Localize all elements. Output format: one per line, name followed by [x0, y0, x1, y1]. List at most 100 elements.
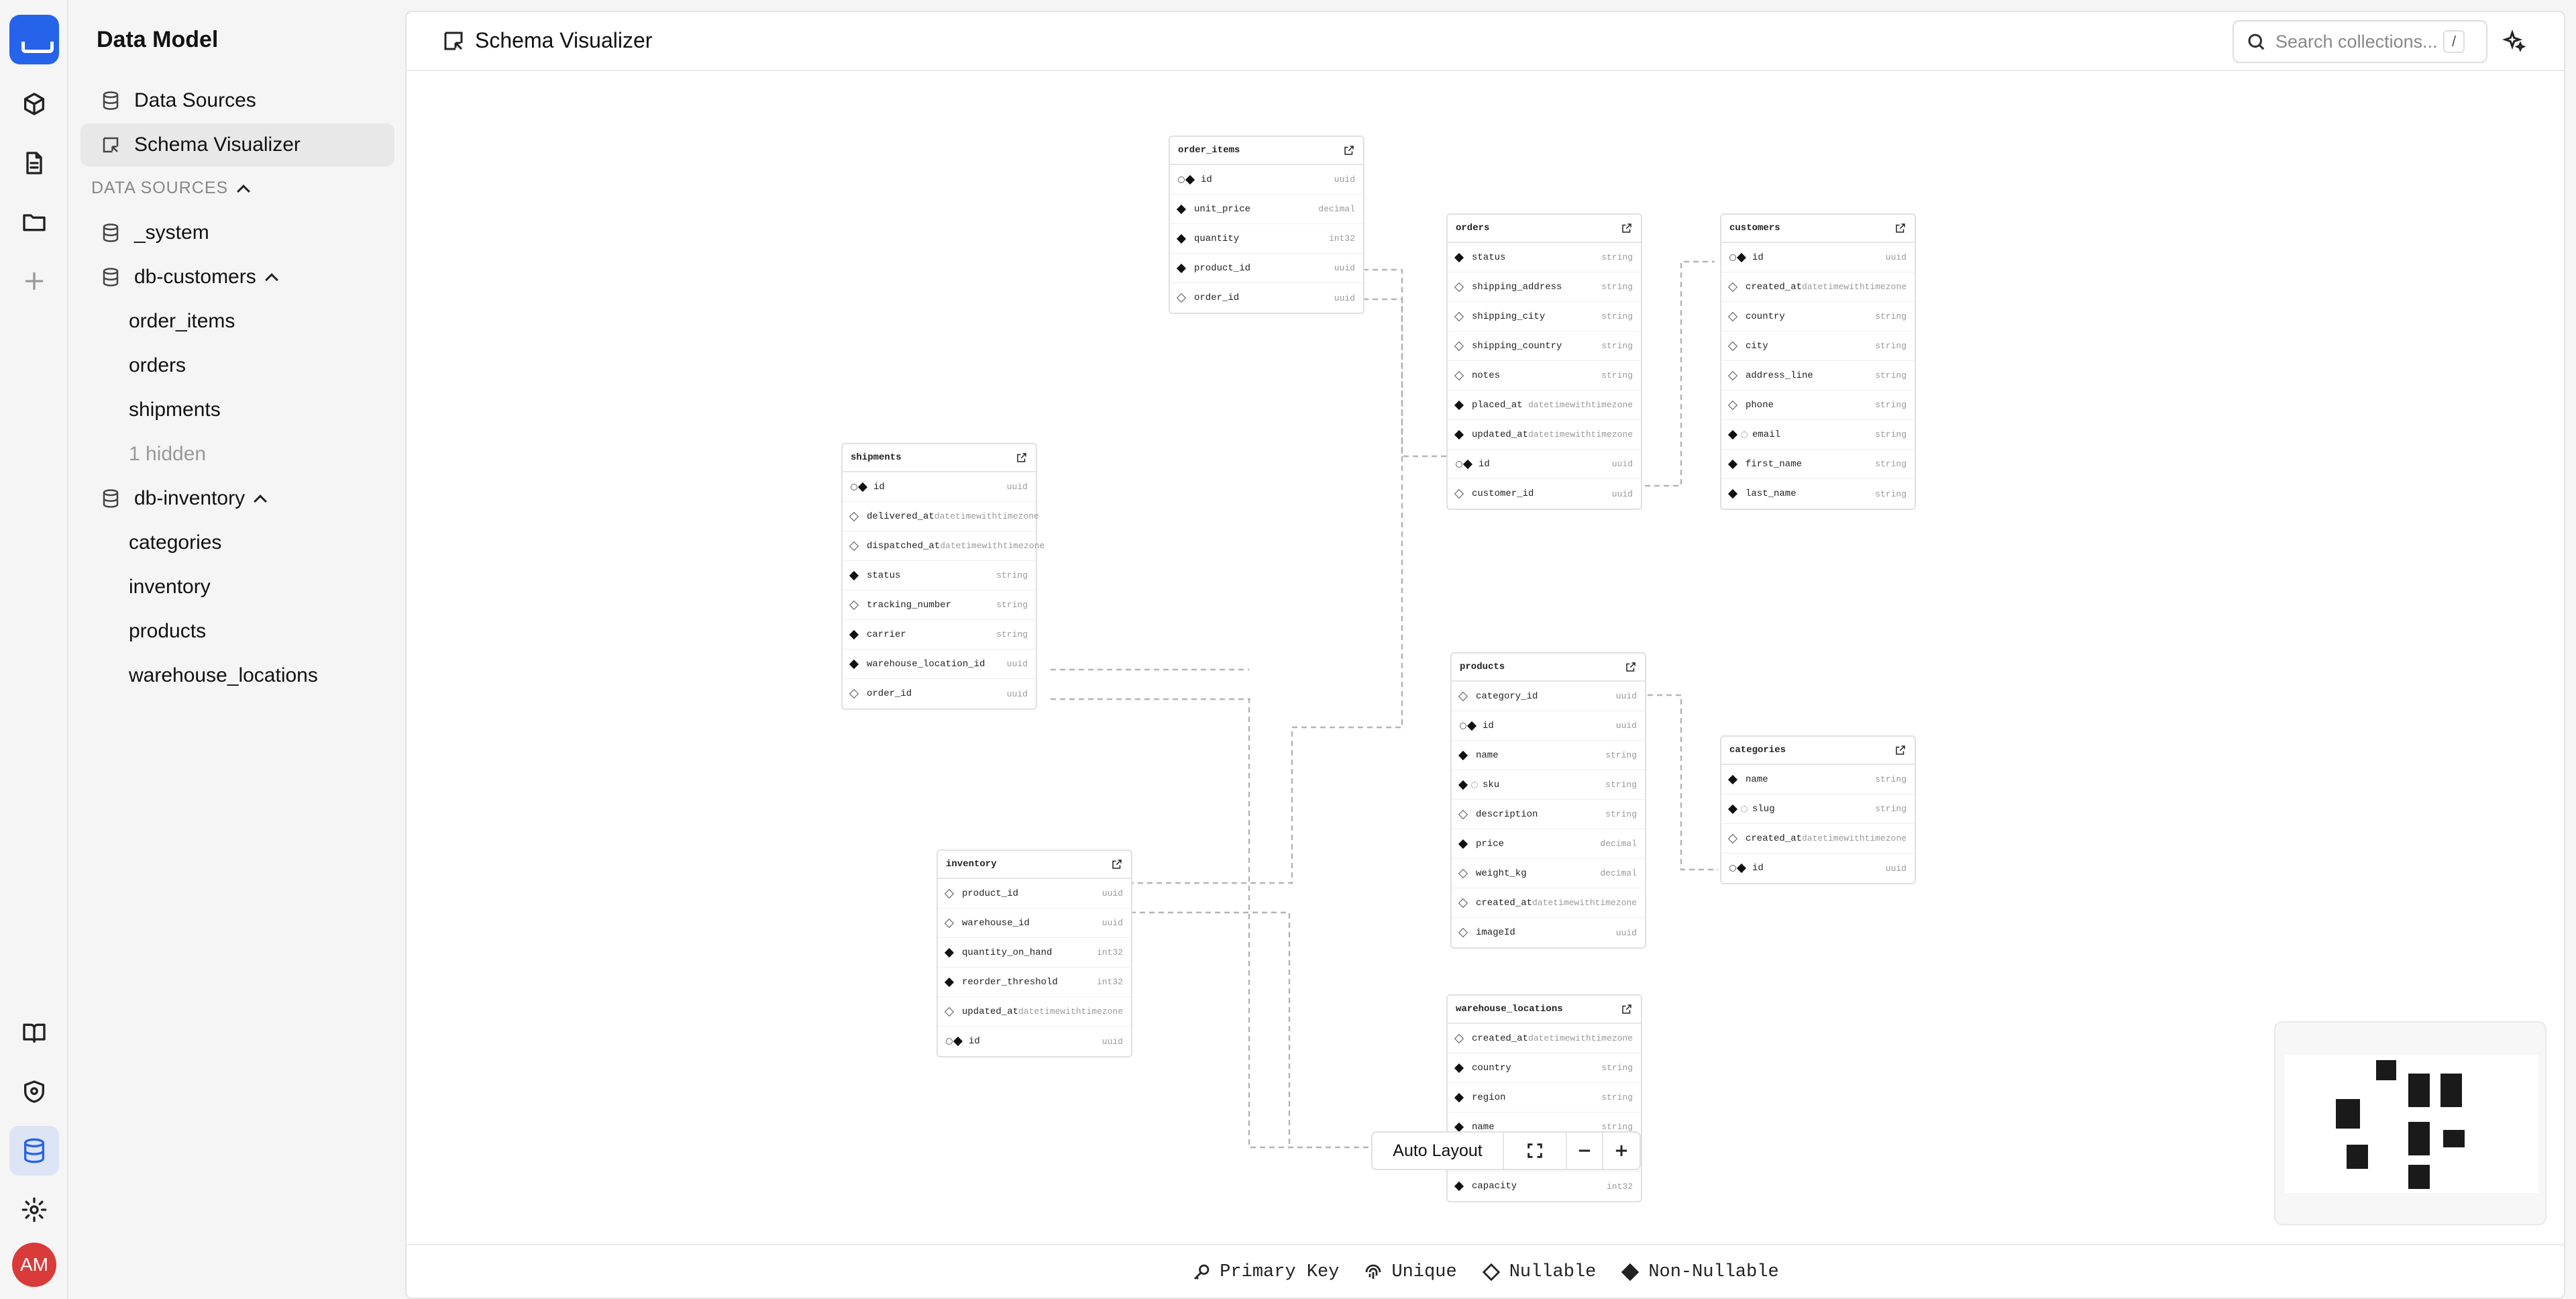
column-row[interactable]: quantity_on_hand int32: [938, 938, 1131, 968]
column-row[interactable]: shipping_address string: [1448, 272, 1641, 302]
column-row[interactable]: country string: [1721, 302, 1915, 331]
column-row[interactable]: carrier string: [843, 620, 1036, 650]
plus-icon[interactable]: [9, 256, 59, 306]
table-node-categories[interactable]: categories name string slug string created_at…: [1720, 735, 1916, 884]
external-link-icon[interactable]: [1894, 222, 1907, 234]
folder-icon[interactable]: [9, 197, 59, 247]
collection-item[interactable]: orders: [129, 349, 186, 382]
column-row[interactable]: id uuid: [1170, 165, 1363, 195]
external-link-icon[interactable]: [1894, 744, 1907, 756]
sparkle-icon[interactable]: [2500, 27, 2529, 56]
external-link-icon[interactable]: [1625, 661, 1637, 673]
column-row[interactable]: unit_price decimal: [1170, 195, 1363, 224]
column-row[interactable]: order_id uuid: [843, 679, 1036, 709]
column-row[interactable]: tracking_number string: [843, 590, 1036, 620]
column-row[interactable]: address_line string: [1721, 361, 1915, 391]
collection-item[interactable]: order_items: [129, 305, 235, 338]
column-row[interactable]: notes string: [1448, 361, 1641, 391]
data-sources-section-toggle[interactable]: DATA SOURCES: [91, 178, 251, 198]
avatar[interactable]: AM: [12, 1243, 56, 1287]
column-row[interactable]: phone string: [1721, 391, 1915, 420]
column-row[interactable]: country string: [1448, 1053, 1641, 1083]
column-row[interactable]: weight_kg decimal: [1452, 859, 1645, 888]
column-row[interactable]: id uuid: [1721, 853, 1915, 883]
collection-item[interactable]: categories: [129, 526, 221, 560]
column-row[interactable]: id uuid: [938, 1027, 1131, 1056]
column-row[interactable]: first_name string: [1721, 450, 1915, 479]
column-row[interactable]: id uuid: [1448, 450, 1641, 479]
fit-view-button[interactable]: [1504, 1133, 1567, 1169]
column-row[interactable]: id uuid: [1452, 711, 1645, 741]
auto-layout-button[interactable]: Auto Layout: [1373, 1133, 1504, 1169]
cube-icon[interactable]: [9, 79, 59, 129]
gear-icon[interactable]: [9, 1185, 59, 1235]
external-link-icon[interactable]: [1016, 452, 1028, 464]
column-row[interactable]: order_id uuid: [1170, 283, 1363, 313]
column-row[interactable]: id uuid: [1721, 243, 1915, 272]
file-icon[interactable]: [9, 138, 59, 188]
source-db-customers[interactable]: db-customers: [101, 260, 278, 294]
zoom-in-button[interactable]: [1603, 1133, 1640, 1169]
table-node-inventory[interactable]: inventory product_id uuid warehouse_id uuid q…: [936, 849, 1132, 1057]
nav-data-sources[interactable]: Data Sources: [80, 79, 394, 122]
source-system[interactable]: _system: [101, 216, 209, 250]
column-row[interactable]: email string: [1721, 420, 1915, 450]
collection-item[interactable]: shipments: [129, 393, 221, 427]
column-row[interactable]: imageId uuid: [1452, 918, 1645, 947]
table-node-warehouse-locations[interactable]: warehouse_locations created_at datetimewit…: [1446, 994, 1642, 1202]
column-row[interactable]: customer_id uuid: [1448, 479, 1641, 509]
table-node-orders[interactable]: orders status string shipping_address string…: [1446, 213, 1642, 510]
column-row[interactable]: city string: [1721, 331, 1915, 361]
column-row[interactable]: sku string: [1452, 770, 1645, 800]
column-row[interactable]: reorder_threshold int32: [938, 968, 1131, 997]
zoom-out-button[interactable]: [1567, 1133, 1603, 1169]
nav-schema-visualizer[interactable]: Schema Visualizer: [80, 123, 394, 166]
column-row[interactable]: created_at datetimewithtimezone: [1721, 824, 1915, 853]
column-row[interactable]: region string: [1448, 1083, 1641, 1112]
column-row[interactable]: shipping_city string: [1448, 302, 1641, 331]
column-row[interactable]: price decimal: [1452, 829, 1645, 859]
column-row[interactable]: warehouse_id uuid: [938, 908, 1131, 938]
collection-item[interactable]: inventory: [129, 570, 211, 604]
column-row[interactable]: capacity int32: [1448, 1172, 1641, 1201]
column-row[interactable]: status string: [1448, 243, 1641, 272]
external-link-icon[interactable]: [1111, 858, 1123, 870]
column-row[interactable]: warehouse_location_id uuid: [843, 650, 1036, 679]
table-node-order-items[interactable]: order_items id uuid unit_price decimal quanti…: [1169, 136, 1364, 314]
book-icon[interactable]: [9, 1008, 59, 1057]
column-row[interactable]: slug string: [1721, 794, 1915, 824]
table-node-customers[interactable]: customers id uuid created_at datetimewithtim…: [1720, 213, 1916, 510]
column-row[interactable]: created_at datetimewithtimezone: [1721, 272, 1915, 302]
minimap[interactable]: [2274, 1021, 2546, 1225]
source-db-inventory[interactable]: db-inventory: [101, 482, 267, 515]
hidden-count[interactable]: 1 hidden: [129, 437, 206, 471]
column-row[interactable]: updated_at datetimewithtimezone: [1448, 420, 1641, 450]
column-row[interactable]: status string: [843, 561, 1036, 590]
search-box[interactable]: /: [2233, 20, 2487, 63]
column-row[interactable]: dispatched_at datetimewithtimezone: [843, 531, 1044, 561]
collection-item[interactable]: products: [129, 615, 206, 648]
column-row[interactable]: product_id uuid: [1170, 254, 1363, 283]
column-row[interactable]: product_id uuid: [938, 879, 1131, 908]
table-node-products[interactable]: products category_id uuid id uuid name string s…: [1450, 652, 1646, 949]
column-row[interactable]: name string: [1452, 741, 1645, 770]
column-row[interactable]: last_name string: [1721, 479, 1915, 509]
column-row[interactable]: description string: [1452, 800, 1645, 829]
column-row[interactable]: quantity int32: [1170, 224, 1363, 254]
external-link-icon[interactable]: [1621, 222, 1633, 234]
schema-canvas[interactable]: order_items id uuid unit_price decimal quanti…: [407, 72, 2564, 1243]
column-row[interactable]: id uuid: [843, 472, 1036, 502]
column-row[interactable]: shipping_country string: [1448, 331, 1641, 361]
external-link-icon[interactable]: [1343, 144, 1355, 156]
search-input[interactable]: [2275, 31, 2443, 52]
column-row[interactable]: name string: [1721, 765, 1915, 794]
database-icon[interactable]: [9, 1126, 59, 1176]
column-row[interactable]: updated_at datetimewithtimezone: [938, 997, 1131, 1027]
column-row[interactable]: category_id uuid: [1452, 682, 1645, 711]
app-logo-icon[interactable]: [9, 15, 59, 64]
column-row[interactable]: created_at datetimewithtimezone: [1452, 888, 1645, 918]
shield-icon[interactable]: [9, 1067, 59, 1116]
collection-item[interactable]: warehouse_locations: [129, 659, 318, 692]
external-link-icon[interactable]: [1621, 1003, 1633, 1015]
column-row[interactable]: delivered_at datetimewithtimezone: [843, 502, 1039, 531]
